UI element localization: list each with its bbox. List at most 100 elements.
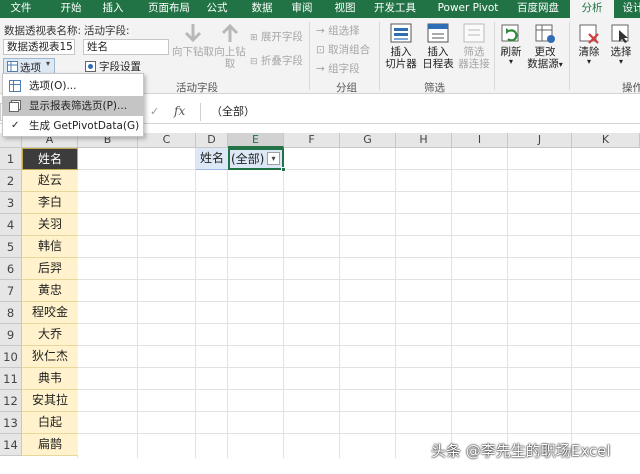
tab-insert[interactable]: 插入 bbox=[93, 0, 133, 18]
insert-slicer-button[interactable]: 插入 切片器 bbox=[382, 22, 420, 70]
group-selection-label: 组选择 bbox=[328, 25, 360, 37]
drill-up-button[interactable]: 向上钻 取 bbox=[213, 22, 247, 70]
name-cell[interactable]: 安其拉 bbox=[22, 390, 78, 412]
report-filter-pages-icon bbox=[9, 100, 21, 112]
tab-view[interactable]: 视图 bbox=[327, 0, 363, 18]
row-header[interactable]: 9 bbox=[0, 324, 22, 346]
tab-baidu-netdisk[interactable]: 百度网盘 bbox=[508, 0, 568, 18]
column-header-i[interactable]: I bbox=[452, 133, 508, 148]
drill-down-arrow-icon bbox=[184, 24, 202, 43]
name-cell[interactable]: 典韦 bbox=[22, 368, 78, 390]
collapse-field-label: 折叠字段 bbox=[260, 55, 303, 67]
filter-connections-label-2: 器连接 bbox=[458, 58, 490, 70]
menu-item-show-report-filter-pages[interactable]: 显示报表筛选页(P)... bbox=[3, 96, 143, 116]
ungroup-button[interactable]: ⊡ 取消组合 bbox=[316, 42, 370, 57]
pivot-filter-value-cell[interactable]: (全部) ▾ bbox=[228, 148, 284, 170]
change-data-source-button[interactable]: 更改 数据源▾ bbox=[525, 22, 565, 71]
name-cell[interactable]: 赵云 bbox=[22, 170, 78, 192]
gridline bbox=[22, 279, 640, 280]
column-header-c[interactable]: C bbox=[138, 133, 196, 148]
refresh-button[interactable]: 刷新 ▾ bbox=[497, 22, 525, 66]
filter-connections-button[interactable]: 筛选 器连接 bbox=[456, 22, 492, 70]
gridline bbox=[22, 367, 640, 368]
name-cell[interactable]: 扁鹊 bbox=[22, 434, 78, 456]
tab-review[interactable]: 审阅 bbox=[284, 0, 320, 18]
pivot-filter-label-cell[interactable]: 姓名 bbox=[196, 148, 228, 170]
menu-item-options[interactable]: 选项(O)... bbox=[3, 76, 143, 96]
column-header-d[interactable]: D bbox=[196, 133, 228, 148]
insert-timeline-button[interactable]: 插入 日程表 bbox=[420, 22, 456, 70]
name-cell[interactable]: 关羽 bbox=[22, 214, 78, 236]
row-header[interactable]: 1 bbox=[0, 148, 22, 170]
collapse-field-button[interactable]: ⊟ 折叠字段 bbox=[250, 53, 303, 68]
options-button[interactable]: 选项 ▾ bbox=[3, 58, 55, 74]
tab-developer[interactable]: 开发工具 bbox=[366, 0, 424, 18]
group-field-label: 组字段 bbox=[328, 63, 360, 75]
clear-icon bbox=[579, 24, 599, 44]
filter-connections-label-1: 筛选 bbox=[463, 46, 485, 58]
group-label-actions: 操作 bbox=[622, 82, 640, 94]
table-header-cell[interactable]: 姓名 bbox=[22, 148, 78, 170]
fill-handle[interactable] bbox=[281, 167, 286, 172]
row-header[interactable]: 3 bbox=[0, 192, 22, 214]
field-settings-button[interactable]: 字段设置 bbox=[84, 59, 164, 74]
fx-icon[interactable]: fx bbox=[174, 104, 185, 118]
column-header-h[interactable]: H bbox=[396, 133, 452, 148]
tab-formulas[interactable]: 公式 bbox=[199, 0, 235, 18]
column-header-j[interactable]: J bbox=[508, 133, 572, 148]
name-cell[interactable]: 大乔 bbox=[22, 324, 78, 346]
pivot-name-label: 数据透视表名称: bbox=[4, 25, 82, 37]
drill-down-button[interactable]: 向下钻取 bbox=[172, 22, 214, 58]
gridline bbox=[22, 169, 640, 170]
tab-data[interactable]: 数据 bbox=[244, 0, 280, 18]
column-header-f[interactable]: F bbox=[284, 133, 340, 148]
column-header-e[interactable]: E bbox=[228, 133, 284, 148]
row-header[interactable]: 4 bbox=[0, 214, 22, 236]
group-field-button[interactable]: → 组字段 bbox=[316, 61, 360, 76]
tab-power-pivot[interactable]: Power Pivot bbox=[432, 0, 504, 18]
checkmark-icon: ✓ bbox=[11, 120, 20, 131]
row-header[interactable]: 2 bbox=[0, 170, 22, 192]
column-header-g[interactable]: G bbox=[340, 133, 396, 148]
row-header[interactable]: 13 bbox=[0, 412, 22, 434]
active-field-input[interactable]: 姓名 bbox=[83, 39, 169, 55]
row-header[interactable]: 8 bbox=[0, 302, 22, 324]
insert-timeline-label-2: 日程表 bbox=[422, 58, 454, 70]
formula-input[interactable]: （全部） bbox=[200, 103, 640, 121]
row-header[interactable]: 7 bbox=[0, 280, 22, 302]
name-cell[interactable]: 程咬金 bbox=[22, 302, 78, 324]
gridline bbox=[22, 433, 640, 434]
name-cell[interactable]: 黄忠 bbox=[22, 280, 78, 302]
expand-field-button[interactable]: ⊞ 展开字段 bbox=[250, 29, 303, 44]
tab-home[interactable]: 开始 bbox=[44, 0, 98, 18]
row-header[interactable]: 14 bbox=[0, 434, 22, 456]
pivot-options-icon bbox=[7, 61, 18, 72]
tab-file[interactable]: 文件 bbox=[0, 0, 42, 18]
name-cell[interactable]: 狄仁杰 bbox=[22, 346, 78, 368]
select-button[interactable]: 选择 ▾ bbox=[606, 22, 636, 66]
clear-button[interactable]: 清除 ▾ bbox=[574, 22, 604, 66]
column-header-k[interactable]: K bbox=[572, 133, 640, 148]
name-cell[interactable]: 白起 bbox=[22, 412, 78, 434]
row-header[interactable]: 6 bbox=[0, 258, 22, 280]
group-separator bbox=[569, 22, 570, 90]
tab-analyze[interactable]: 分析 bbox=[570, 0, 614, 18]
group-selection-button[interactable]: → 组选择 bbox=[316, 23, 360, 38]
filter-dropdown-icon[interactable]: ▾ bbox=[267, 152, 280, 165]
row-header[interactable]: 5 bbox=[0, 236, 22, 258]
gridline bbox=[22, 213, 640, 214]
name-cell[interactable]: 后羿 bbox=[22, 258, 78, 280]
row-header[interactable]: 12 bbox=[0, 390, 22, 412]
tab-design[interactable]: 设计 bbox=[616, 0, 640, 18]
menu-item-generate-getpivotdata[interactable]: ✓ 生成 GetPivotData(G) bbox=[3, 116, 143, 136]
gridline bbox=[22, 345, 640, 346]
gridline bbox=[22, 389, 640, 390]
name-cell[interactable]: 李白 bbox=[22, 192, 78, 214]
name-cell[interactable]: 韩信 bbox=[22, 236, 78, 258]
watermark-text: 头条 @李先生的职场Excel bbox=[431, 442, 611, 460]
tab-page-layout[interactable]: 页面布局 bbox=[138, 0, 200, 18]
enter-check-icon[interactable]: ✓ bbox=[150, 105, 159, 118]
row-header[interactable]: 11 bbox=[0, 368, 22, 390]
row-header[interactable]: 10 bbox=[0, 346, 22, 368]
pivot-name-field[interactable]: 数据透视表15 bbox=[3, 39, 75, 55]
